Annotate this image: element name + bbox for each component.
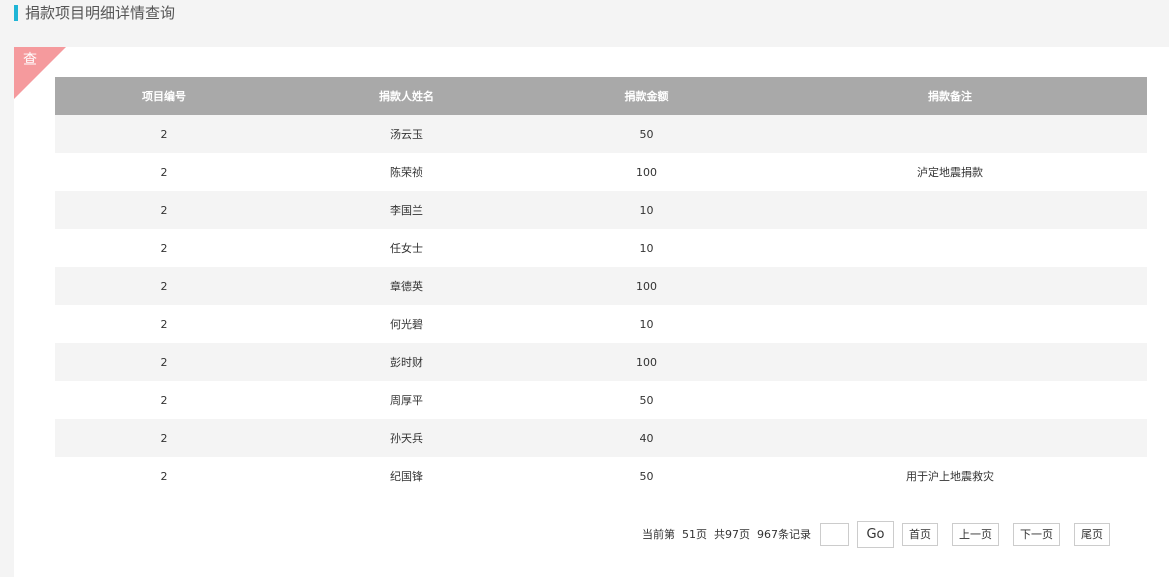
cell-donor-name: 任女士 <box>273 229 540 267</box>
cell-amount: 10 <box>540 305 753 343</box>
cell-amount: 100 <box>540 267 753 305</box>
cell-remark <box>753 229 1147 267</box>
cell-remark: 用于沪上地震救灾 <box>753 457 1147 495</box>
cell-remark <box>753 115 1147 153</box>
cell-amount: 50 <box>540 381 753 419</box>
table-row: 2 陈荣祯 100 泸定地震捐款 <box>55 153 1147 191</box>
column-header-project-id: 项目编号 <box>55 77 273 115</box>
pager-total-pages: 共97页 <box>714 528 750 541</box>
cell-project-id: 2 <box>55 153 273 191</box>
cell-donor-name: 彭时财 <box>273 343 540 381</box>
table-row: 2 章德英 100 <box>55 267 1147 305</box>
cell-donor-name: 周厚平 <box>273 381 540 419</box>
cell-amount: 40 <box>540 419 753 457</box>
go-button[interactable]: Go <box>857 520 894 548</box>
cell-amount: 100 <box>540 153 753 191</box>
cell-project-id: 2 <box>55 229 273 267</box>
cell-project-id: 2 <box>55 343 273 381</box>
cell-donor-name: 陈荣祯 <box>273 153 540 191</box>
page-number-input[interactable] <box>820 522 849 546</box>
cell-donor-name: 汤云玉 <box>273 115 540 153</box>
query-corner-label: 查 <box>23 52 37 68</box>
table-row: 2 何光碧 10 <box>55 305 1147 343</box>
cell-donor-name: 李国兰 <box>273 191 540 229</box>
cell-amount: 100 <box>540 343 753 381</box>
pagination: 当前第 51页 共97页 967条记录 Go 首页 上一页 下一页 尾页 <box>642 520 1110 548</box>
content-panel: 查 项目编号 捐款人姓名 捐款金额 捐款备注 2 汤云玉 50 2 陈荣祯 10… <box>14 47 1169 577</box>
cell-project-id: 2 <box>55 457 273 495</box>
column-header-donor-name: 捐款人姓名 <box>273 77 540 115</box>
table-row: 2 李国兰 10 <box>55 191 1147 229</box>
pager-total-records: 967条记录 <box>757 528 811 541</box>
table-header-row: 项目编号 捐款人姓名 捐款金额 捐款备注 <box>55 77 1147 115</box>
cell-donor-name: 何光碧 <box>273 305 540 343</box>
title-accent-bar <box>14 5 18 21</box>
table-row: 2 纪国锋 50 用于沪上地震救灾 <box>55 457 1147 495</box>
cell-amount: 10 <box>540 229 753 267</box>
cell-remark: 泸定地震捐款 <box>753 153 1147 191</box>
page-title: 捐款项目明细详情查询 <box>25 4 176 22</box>
page-header: 捐款项目明细详情查询 <box>14 4 175 22</box>
cell-amount: 50 <box>540 457 753 495</box>
cell-remark <box>753 343 1147 381</box>
cell-remark <box>753 381 1147 419</box>
cell-project-id: 2 <box>55 267 273 305</box>
cell-remark <box>753 267 1147 305</box>
column-header-remark: 捐款备注 <box>753 77 1147 115</box>
table-row: 2 周厚平 50 <box>55 381 1147 419</box>
table-row: 2 孙天兵 40 <box>55 419 1147 457</box>
table-row: 2 彭时财 100 <box>55 343 1147 381</box>
cell-project-id: 2 <box>55 305 273 343</box>
donation-table: 项目编号 捐款人姓名 捐款金额 捐款备注 2 汤云玉 50 2 陈荣祯 100 … <box>55 77 1147 495</box>
cell-donor-name: 章德英 <box>273 267 540 305</box>
first-page-button[interactable]: 首页 <box>902 522 938 546</box>
cell-project-id: 2 <box>55 115 273 153</box>
column-header-amount: 捐款金额 <box>540 77 753 115</box>
next-page-button[interactable]: 下一页 <box>1013 522 1060 546</box>
cell-remark <box>753 305 1147 343</box>
cell-project-id: 2 <box>55 381 273 419</box>
last-page-button[interactable]: 尾页 <box>1074 522 1110 546</box>
table-row: 2 任女士 10 <box>55 229 1147 267</box>
pager-current-page: 当前第 51页 <box>642 528 707 541</box>
cell-donor-name: 孙天兵 <box>273 419 540 457</box>
cell-remark <box>753 419 1147 457</box>
cell-amount: 50 <box>540 115 753 153</box>
cell-donor-name: 纪国锋 <box>273 457 540 495</box>
cell-amount: 10 <box>540 191 753 229</box>
cell-remark <box>753 191 1147 229</box>
prev-page-button[interactable]: 上一页 <box>952 522 999 546</box>
cell-project-id: 2 <box>55 419 273 457</box>
cell-project-id: 2 <box>55 191 273 229</box>
table-row: 2 汤云玉 50 <box>55 115 1147 153</box>
